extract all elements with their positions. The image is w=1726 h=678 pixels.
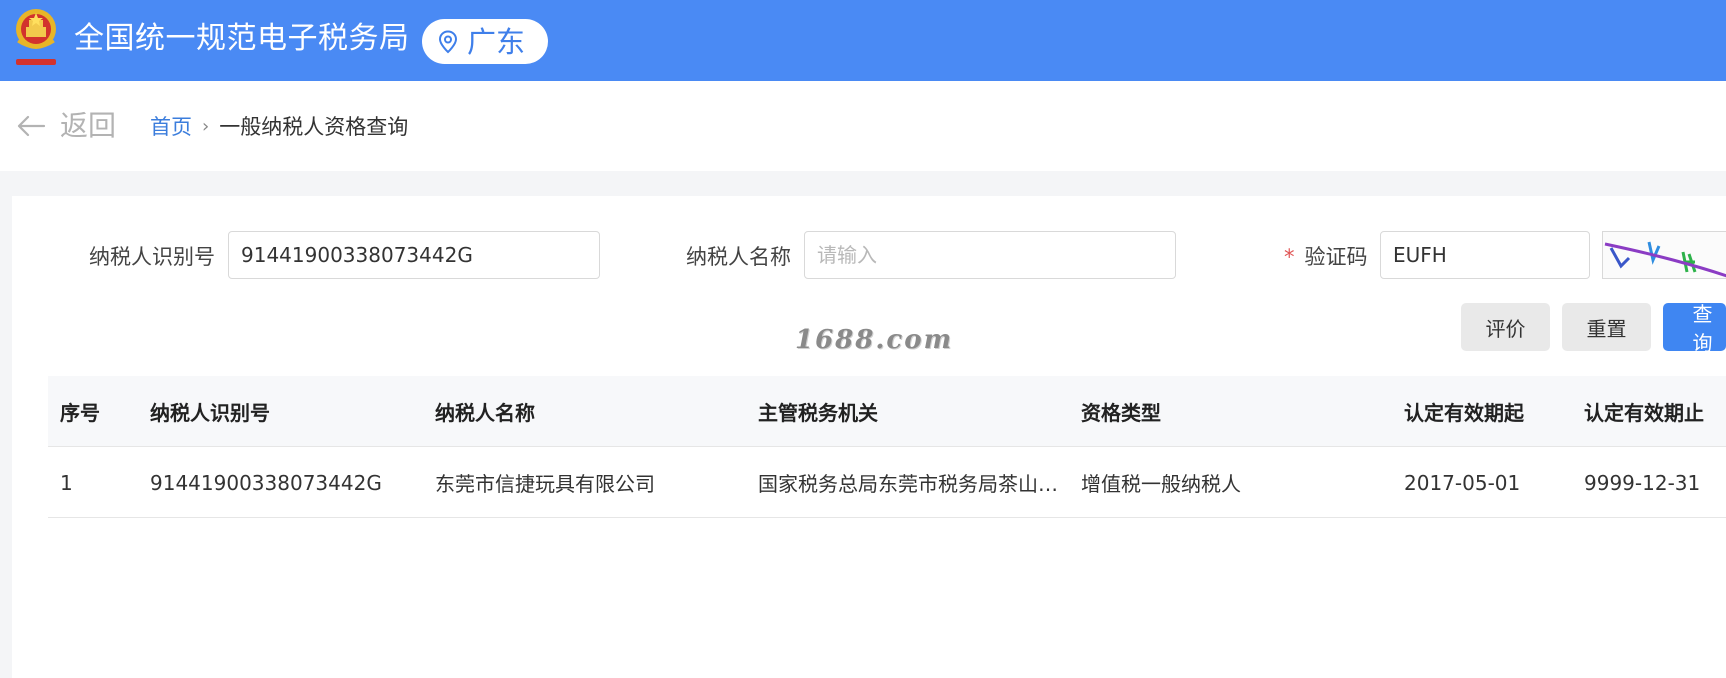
query-button[interactable]: 查询 — [1663, 302, 1726, 355]
cell-tax-authority-text: 国家税务总局东莞市税务局茶山税务分局 — [758, 472, 1058, 496]
taxpayer-name-label: 纳税人名称 — [686, 245, 791, 269]
breadcrumb: 首页 › 一般纳税人资格查询 — [150, 113, 408, 141]
arrow-left-icon — [17, 115, 46, 137]
column-header-taxpayer-name: 纳税人名称 — [435, 401, 535, 425]
cell-qualification-type: 增值税一般纳税人 — [1081, 472, 1241, 496]
breadcrumb-separator: › — [202, 116, 210, 137]
column-header-tax-authority: 主管税务机关 — [758, 401, 878, 425]
tax-emblem-logo — [16, 9, 56, 65]
cell-tax-authority: 国家税务总局东莞市税务局茶山税务分局 — [758, 447, 1058, 518]
captcha-label-group: * 验证码 — [1284, 243, 1368, 271]
taxpayer-id-input[interactable] — [228, 231, 600, 279]
top-header: 全国统一规范电子税务局 广东 — [0, 0, 1726, 81]
taxpayer-id-label: 纳税人识别号 — [89, 245, 215, 269]
table-row: 1 91441900338073442G 东莞市信捷玩具有限公司 国家税务总局东… — [48, 447, 1726, 518]
column-header-index: 序号 — [60, 401, 100, 425]
back-label: 返回 — [60, 109, 117, 142]
region-selector[interactable]: 广东 — [422, 19, 548, 64]
breadcrumb-current-page: 一般纳税人资格查询 — [219, 115, 409, 139]
breadcrumb-home-link[interactable]: 首页 — [150, 113, 192, 141]
evaluate-button[interactable]: 评价 — [1461, 303, 1550, 351]
cell-valid-from: 2017-05-01 — [1404, 470, 1521, 495]
back-button[interactable]: 返回 — [16, 108, 116, 144]
captcha-graphic — [1604, 241, 1726, 278]
location-pin-icon — [438, 29, 458, 53]
breadcrumb-bar: 返回 首页 › 一般纳税人资格查询 — [0, 81, 1726, 171]
region-label: 广东 — [467, 24, 526, 59]
cell-taxpayer-id: 91441900338073442G — [150, 470, 382, 495]
captcha-label: 验证码 — [1304, 245, 1368, 269]
column-header-valid-to: 认定有效期止 — [1584, 401, 1704, 425]
site-title: 全国统一规范电子税务局 — [74, 21, 410, 56]
captcha-input[interactable] — [1380, 231, 1590, 279]
reset-button[interactable]: 重置 — [1562, 303, 1651, 351]
table-header: 序号 纳税人识别号 纳税人名称 主管税务机关 资格类型 认定有效期起 认定有效期… — [48, 376, 1726, 447]
column-header-valid-from: 认定有效期起 — [1404, 401, 1524, 425]
cell-taxpayer-name: 东莞市信捷玩具有限公司 — [435, 472, 655, 496]
captcha-image[interactable] — [1602, 231, 1726, 279]
watermark: 1688.com — [795, 325, 954, 355]
cell-index: 1 — [60, 470, 73, 495]
cell-valid-to: 9999-12-31 — [1584, 470, 1701, 495]
required-mark: * — [1284, 245, 1295, 269]
taxpayer-name-input[interactable] — [804, 231, 1176, 279]
column-header-qualification-type: 资格类型 — [1081, 401, 1161, 425]
column-header-taxpayer-id: 纳税人识别号 — [150, 401, 270, 425]
